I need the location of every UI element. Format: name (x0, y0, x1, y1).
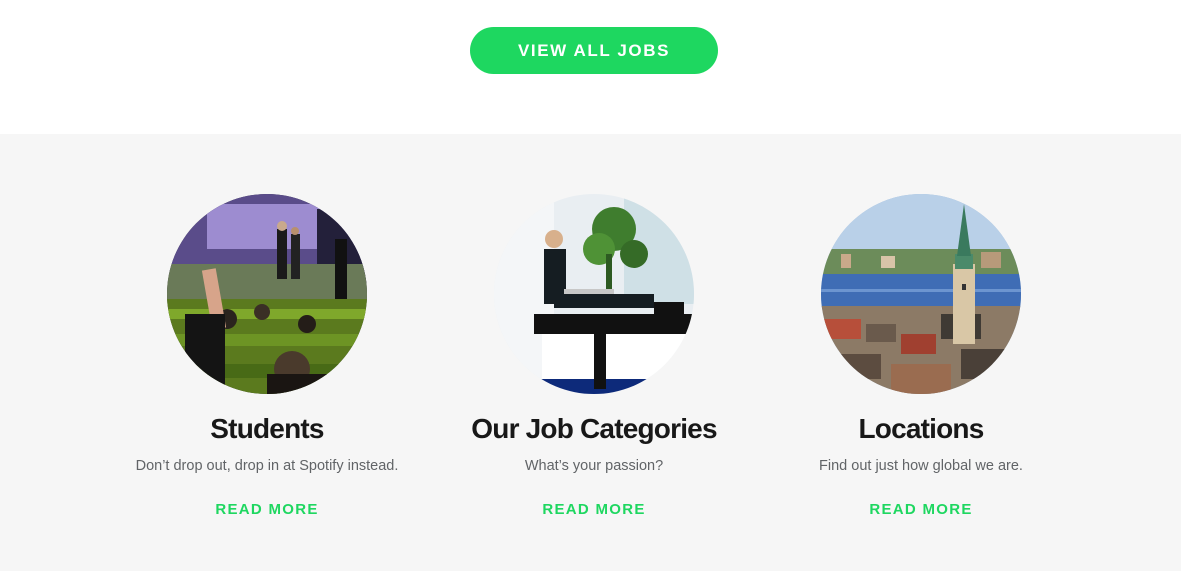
locations-title: Locations (858, 413, 984, 444)
locations-image[interactable] (821, 194, 1021, 394)
locations-card: Locations Find out just how global we ar… (741, 134, 1101, 571)
job-categories-read-more-link[interactable]: READ MORE (414, 501, 774, 518)
top-section: VIEW ALL JOBS (0, 0, 1181, 134)
locations-read-more-link[interactable]: READ MORE (741, 501, 1101, 518)
job-categories-image[interactable] (494, 194, 694, 394)
students-read-more-link[interactable]: READ MORE (87, 501, 447, 518)
view-all-jobs-button[interactable]: VIEW ALL JOBS (470, 27, 718, 74)
job-categories-card: Our Job Categories What’s your passion? … (414, 134, 774, 571)
students-card: Students Don’t drop out, drop in at Spot… (87, 134, 447, 571)
info-cards-section: Students Don’t drop out, drop in at Spot… (0, 134, 1181, 571)
job-categories-title: Our Job Categories (471, 413, 717, 444)
locations-subtitle: Find out just how global we are. (819, 458, 1023, 474)
students-subtitle: Don’t drop out, drop in at Spotify inste… (135, 458, 399, 474)
students-title: Students (210, 413, 324, 444)
job-categories-subtitle: What’s your passion? (524, 458, 664, 474)
students-image[interactable] (167, 194, 367, 394)
